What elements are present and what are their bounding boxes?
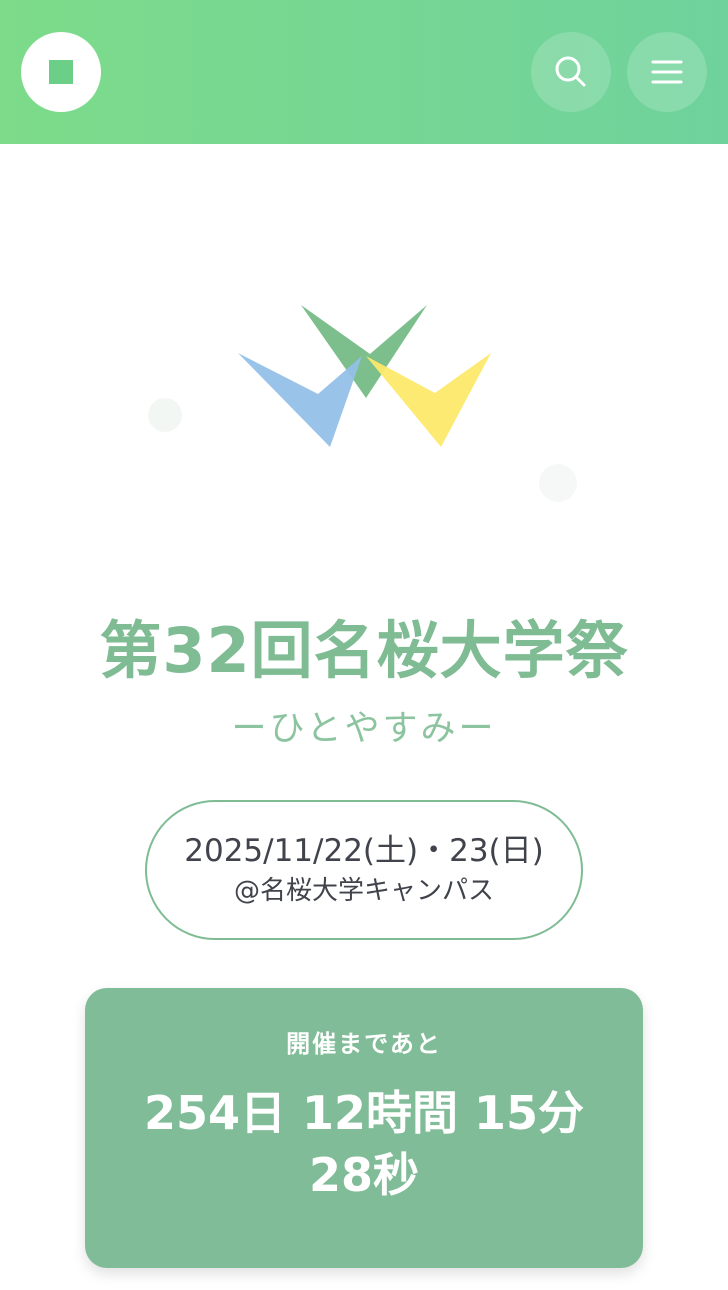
event-place: @名桜大学キャンパス — [233, 876, 494, 906]
menu-button[interactable] — [627, 32, 707, 112]
logo-yellow-wing — [366, 353, 491, 447]
decor-dot-right — [539, 464, 577, 502]
decor-dot-left — [148, 398, 182, 432]
countdown-line-1: 254日 12時間 15分 — [143, 1086, 585, 1140]
home-logo-button[interactable] — [21, 32, 101, 112]
event-date: 2025/11/22(土)・23(日) — [184, 833, 544, 869]
search-icon — [555, 56, 586, 87]
event-info-pill: 2025/11/22(土)・23(日) @名桜大学キャンパス — [145, 800, 583, 940]
countdown-label: 開催まであと — [286, 1030, 442, 1058]
countdown-value: 254日 12時間 15分 28秒 — [85, 1082, 643, 1206]
logo-blue-wing — [238, 353, 362, 447]
festival-subtitle: ーひとやすみー — [231, 709, 497, 749]
square-logo-icon — [49, 60, 73, 84]
festival-logo — [148, 305, 577, 502]
festival-title: 第32回名桜大学祭 — [99, 614, 629, 687]
countdown-line-2: 28秒 — [308, 1148, 419, 1202]
header-bar — [0, 0, 728, 144]
search-button[interactable] — [531, 32, 611, 112]
countdown-card: 開催まであと 254日 12時間 15分 28秒 — [85, 988, 643, 1268]
hamburger-menu-icon — [651, 60, 683, 84]
